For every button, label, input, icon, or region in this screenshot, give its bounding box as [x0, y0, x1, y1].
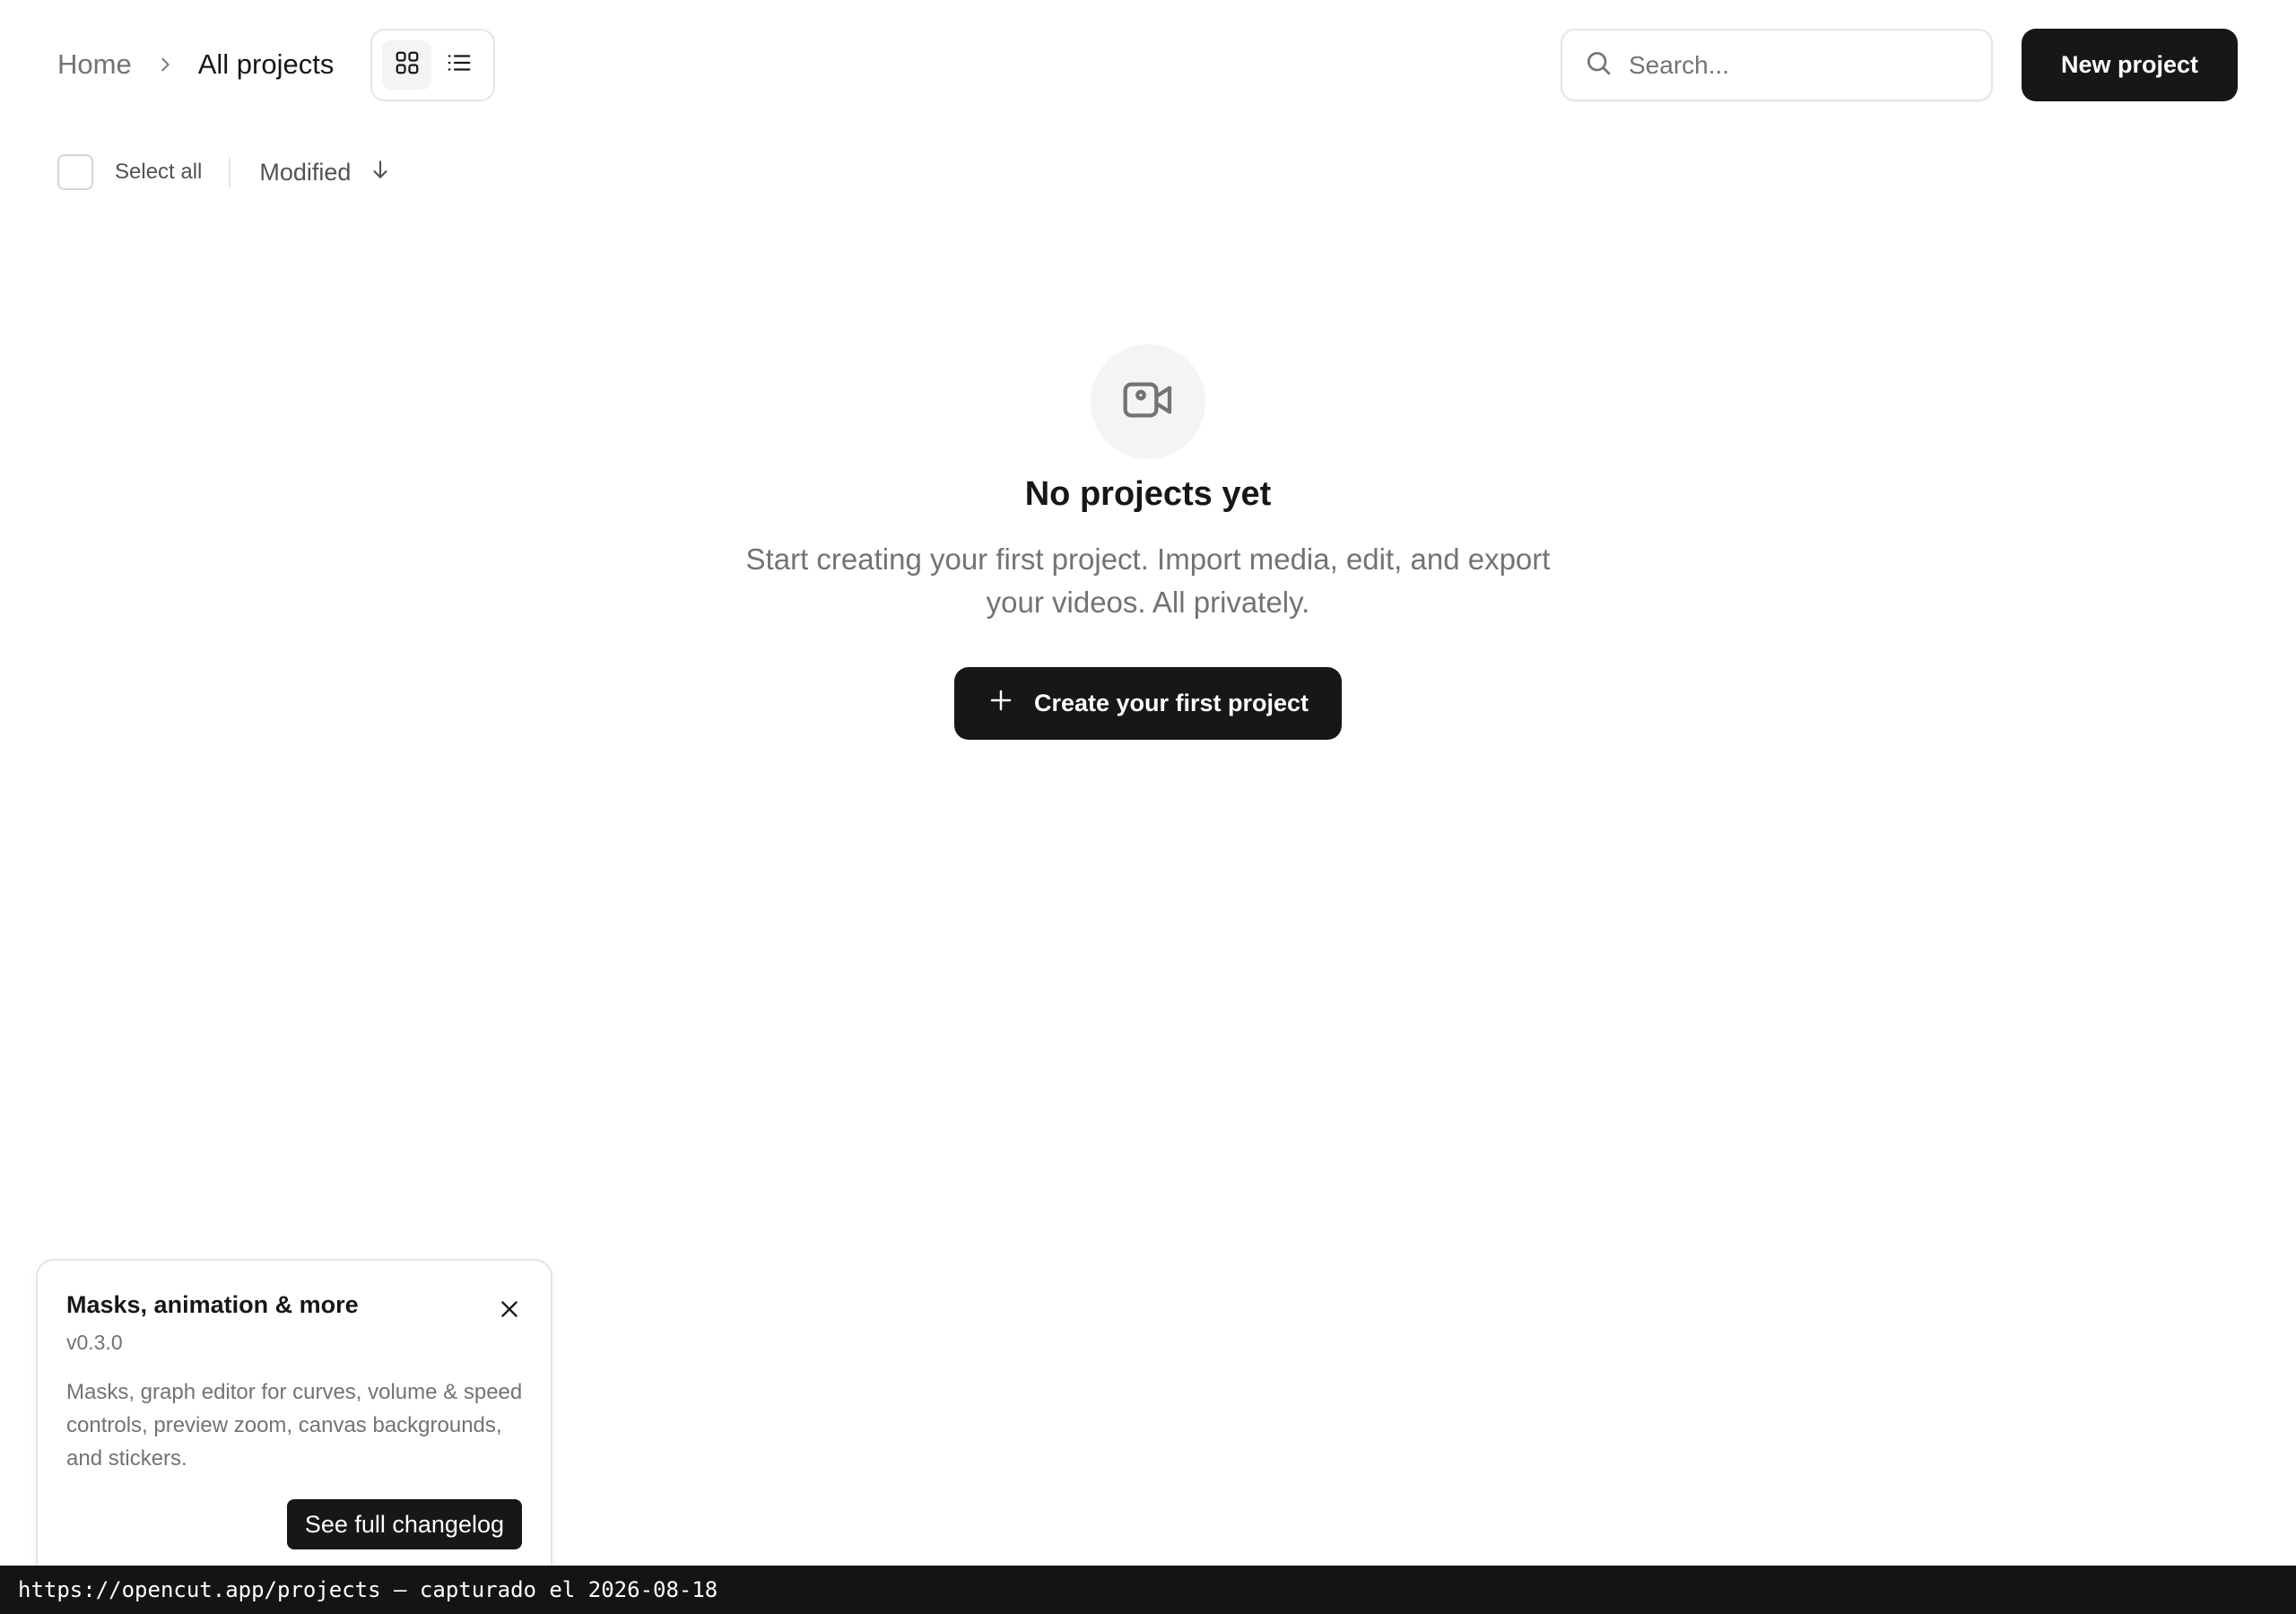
arrow-down-icon	[369, 158, 392, 187]
list-icon	[446, 49, 473, 81]
changelog-description: Masks, graph editor for curves, volume &…	[66, 1380, 523, 1471]
toolbar: Select all Modified	[57, 152, 392, 192]
close-icon	[498, 1297, 521, 1325]
grid-view-button[interactable]	[382, 40, 431, 90]
plus-icon	[987, 687, 1014, 720]
list-view-button[interactable]	[434, 40, 483, 90]
breadcrumb-home-link[interactable]: Home	[57, 48, 132, 81]
create-first-project-button[interactable]: Create your first project	[954, 667, 1342, 740]
see-full-changelog-button[interactable]: See full changelog	[286, 1499, 522, 1549]
changelog-title: Masks, animation & more	[66, 1291, 359, 1318]
breadcrumb: Home All projects	[57, 39, 334, 90]
changelog-version: v0.3.0	[66, 1331, 123, 1354]
select-all-label[interactable]: Select all	[115, 160, 202, 185]
search-input[interactable]	[1629, 50, 1952, 80]
sort-label: Modified	[259, 158, 352, 186]
search-icon	[1584, 48, 1613, 82]
chevron-right-icon	[152, 51, 178, 78]
search-box	[1561, 29, 1993, 101]
select-all-checkbox[interactable]	[57, 154, 93, 190]
new-project-button[interactable]: New project	[2022, 29, 2238, 101]
video-camera-icon	[1119, 371, 1177, 433]
grid-icon	[394, 49, 421, 81]
empty-state-title: No projects yet	[1024, 475, 1272, 513]
toolbar-divider	[229, 157, 231, 187]
changelog-card: Masks, animation & more v0.3.0 Masks, gr…	[36, 1259, 552, 1614]
close-changelog-button[interactable]	[491, 1293, 527, 1329]
empty-state-icon-container	[1091, 344, 1205, 459]
sort-modified-button[interactable]: Modified	[259, 158, 392, 187]
create-first-project-label: Create your first project	[1033, 690, 1309, 716]
breadcrumb-current: All projects	[197, 48, 335, 80]
view-toggle	[370, 29, 495, 101]
empty-state-description: Start creating your first project. Impor…	[745, 542, 1551, 619]
projects-page: Home All projects New project Select all	[0, 0, 2296, 1614]
capture-status-bar: https://opencut.app/projects — capturado…	[0, 1566, 2296, 1614]
